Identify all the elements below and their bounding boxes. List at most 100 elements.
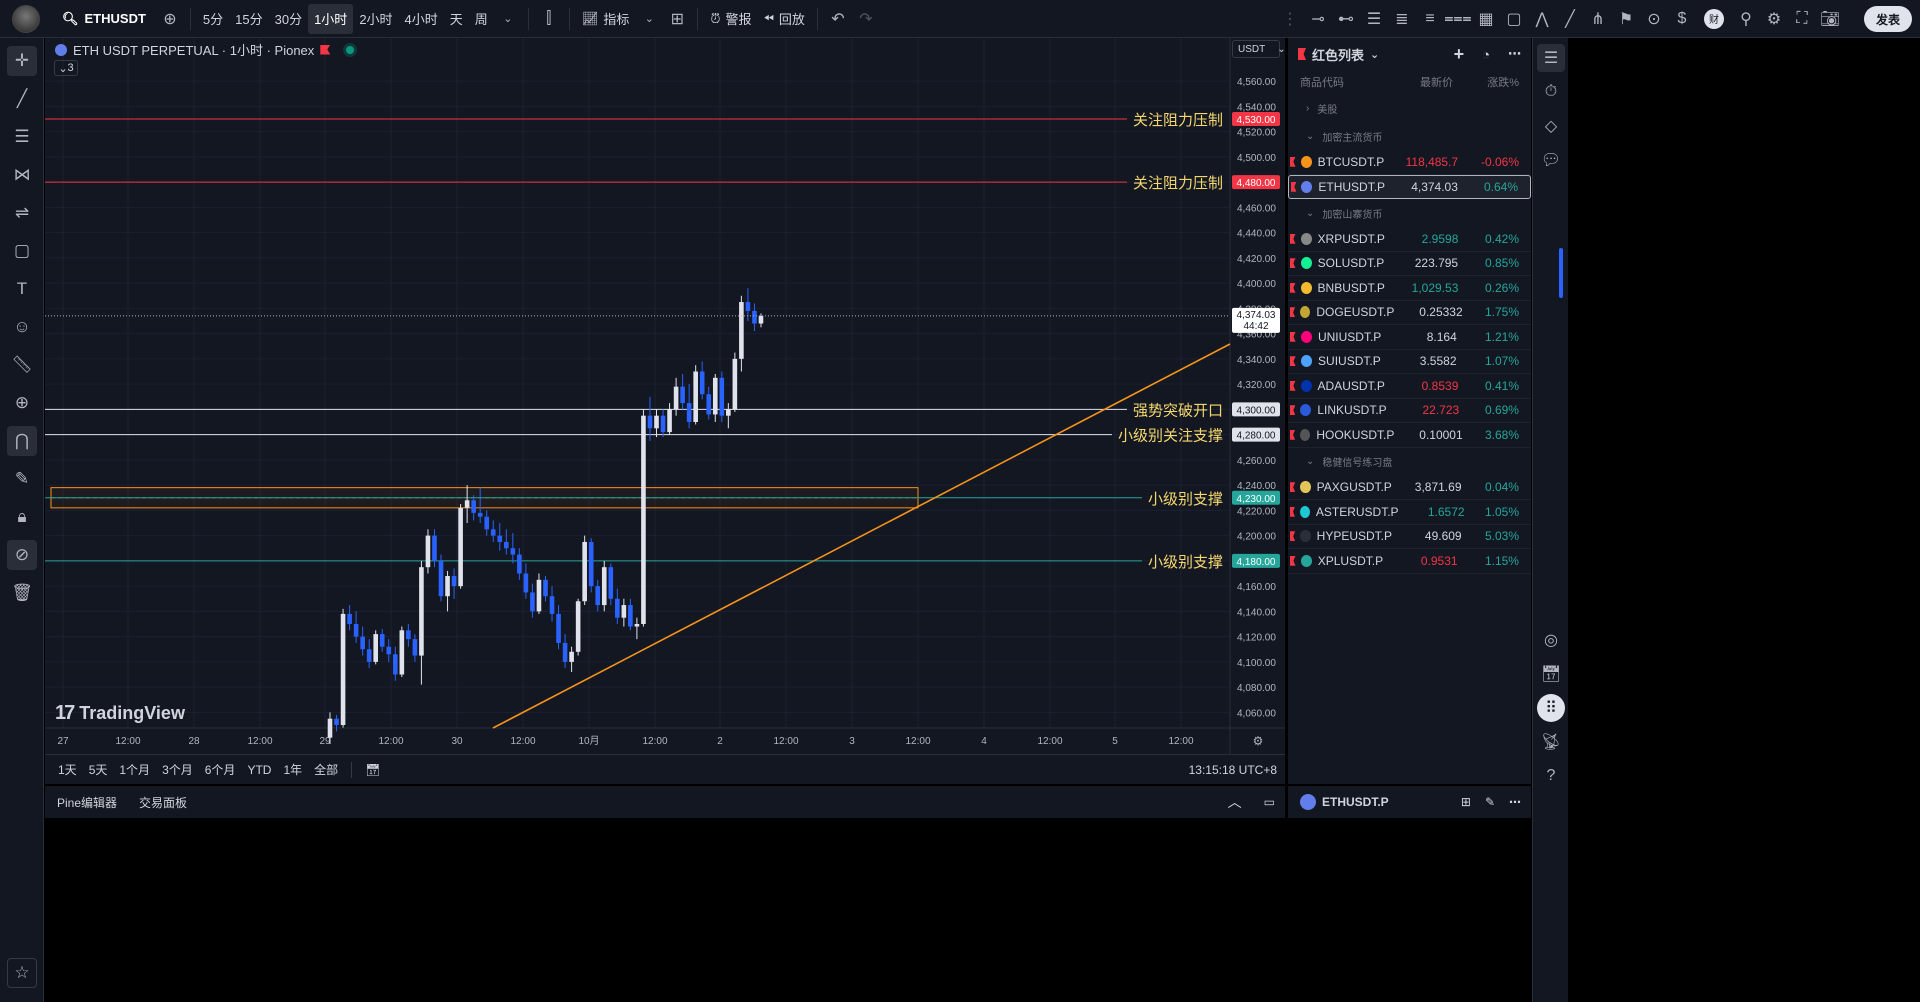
camera-icon[interactable]: 📷︎ [1816,5,1844,33]
indicator-collapse-button[interactable]: ⌄ 3 [54,60,78,76]
lock-icon[interactable]: 🔒︎ [7,502,37,532]
flag-icon[interactable] [1290,156,1296,167]
flag-icon[interactable] [1290,331,1296,342]
watchlist-row[interactable]: ETHUSDT.P 4,374.03 0.64% [1288,174,1531,199]
ruler-icon[interactable]: 📏︎ [7,350,37,380]
fib-tool-icon[interactable]: ☰ [7,122,37,152]
gann-box-icon[interactable]: ▦ [1472,5,1500,33]
watchlist-row[interactable]: XRPUSDT.P 2.9598 0.42% [1288,227,1531,252]
range-ytd[interactable]: YTD [242,763,276,777]
alerts-clock-icon[interactable]: ⏱ [1537,78,1565,106]
candle-body[interactable] [726,409,731,416]
tf-5m[interactable]: 5分 [197,4,229,34]
candle-body[interactable] [699,371,705,395]
chevron-down-icon[interactable]: ⌄ [1370,48,1379,61]
candle-body[interactable] [628,605,633,627]
candle-body[interactable] [386,646,392,655]
candle-body[interactable] [634,624,640,627]
col-last[interactable]: 最新价 [1373,74,1453,90]
candle-body[interactable] [654,415,659,429]
tf-15m[interactable]: 15分 [229,4,268,34]
range-all[interactable]: 全部 [309,761,343,778]
watchlist-title[interactable]: 红色列表 [1312,45,1364,64]
candle-body[interactable] [419,567,424,656]
range-3m[interactable]: 3个月 [157,761,198,778]
candle-body[interactable] [660,415,666,433]
range-5d[interactable]: 5天 [84,761,113,778]
target-icon[interactable]: ◎ [1537,626,1565,654]
candle-body[interactable] [569,651,574,662]
chevron-down-icon[interactable]: ⌄ [635,5,663,33]
add-symbol-icon[interactable]: + [1454,44,1465,65]
level-annotation-label[interactable]: 小级别支撑 [1148,553,1223,571]
trend-line-tool-icon[interactable]: ╱ [7,84,37,114]
candle-body[interactable] [601,567,607,606]
candle-body[interactable] [490,529,496,536]
flag-icon[interactable] [1290,429,1296,440]
candle-body[interactable] [347,613,352,624]
candle-body[interactable] [530,592,535,612]
candle-body[interactable] [406,630,411,640]
candle-body[interactable] [471,500,476,513]
candle-body[interactable] [327,718,333,738]
candle-body[interactable] [334,718,339,725]
help-icon[interactable]: ? [1537,762,1565,790]
candle-body[interactable] [504,541,509,549]
chat-icon[interactable]: 💬︎ [1537,146,1565,174]
flag-icon[interactable] [1290,555,1296,566]
magnet-icon[interactable]: ⋂ [7,426,37,456]
edit-icon[interactable]: ✎ [1485,795,1495,809]
layers-icon[interactable]: ◇ [1537,112,1565,140]
watchlist-row[interactable]: ADAUSDT.P 0.8539 0.41% [1288,374,1531,399]
flag-icon[interactable] [1290,482,1296,493]
candle-body[interactable] [425,535,431,568]
quick-search-icon[interactable]: ⚲ [1732,5,1760,33]
tf-4h[interactable]: 4小时 [399,4,444,34]
utc-clock[interactable]: 13:15:18 UTC+8 [1189,763,1277,777]
candle-body[interactable] [680,386,685,404]
candle-body[interactable] [641,415,646,624]
tab-trading-panel[interactable]: 交易面板 [139,794,187,811]
prediction-tool-icon[interactable]: ⇌ [7,198,37,228]
candle-body[interactable] [399,630,405,675]
calendar-icon[interactable]: 📅︎ [1537,660,1565,688]
watchlist-group[interactable]: ⌄ 加密主流货币 [1288,122,1531,150]
candle-body[interactable] [686,403,692,422]
tf-1d[interactable]: 天 [444,4,469,34]
candle-body[interactable] [373,634,379,662]
candle-body[interactable] [712,377,718,415]
watchlist-group[interactable]: ⌄ 稳健信号练习盘 [1288,448,1531,476]
maximize-panel-icon[interactable]: ▭ [1264,795,1275,809]
trend-line-icon[interactable]: ╱ [1556,5,1584,33]
scroll-indicator[interactable] [1559,248,1563,298]
col-symbol[interactable]: 商品代码 [1300,74,1373,90]
draw-mode-icon[interactable]: ✎ [7,464,37,494]
more-options-icon[interactable]: ⋯ [1508,46,1521,62]
axis-settings-icon[interactable]: ⚙ [1253,734,1264,748]
candle-body[interactable] [451,576,457,587]
watchlist-row[interactable]: BTCUSDT.P 118,485.7 -0.06% [1288,150,1531,175]
candle-body[interactable] [575,601,581,652]
layout-grid-icon[interactable]: ⊞ [663,5,691,33]
watchlist-row[interactable]: XPLUSDT.P 0.9531 1.15% [1288,549,1531,574]
alert-button[interactable]: ⏰︎ 警报 [704,4,757,34]
candle-body[interactable] [615,598,620,618]
flag-marker-icon[interactable]: ⚑ [1612,5,1640,33]
candle-body[interactable] [477,512,483,517]
candle-body[interactable] [706,394,712,415]
rectangle-icon[interactable]: ▢ [1500,5,1528,33]
drag-handle-icon[interactable]: ⋮ [1276,5,1304,33]
candle-body[interactable] [360,636,365,650]
price-note-icon[interactable]: $ [1668,5,1696,33]
candle-body[interactable] [379,634,385,647]
candle-body[interactable] [445,576,450,597]
redo-icon[interactable]: ↷ [852,5,880,33]
replay-button[interactable]: ⏪︎ 回放 [758,4,811,34]
goto-date-icon[interactable]: 📅︎ [360,763,385,777]
candle-body[interactable] [667,409,672,433]
candle-type-icon[interactable]: ⫿ [535,5,563,33]
user-avatar[interactable] [12,4,40,33]
flag-icon[interactable] [1290,307,1296,318]
symbol-search[interactable]: 🔍︎ ETHUSDT [62,11,146,27]
watchlist-row[interactable]: BNBUSDT.P 1,029.53 0.26% [1288,276,1531,301]
